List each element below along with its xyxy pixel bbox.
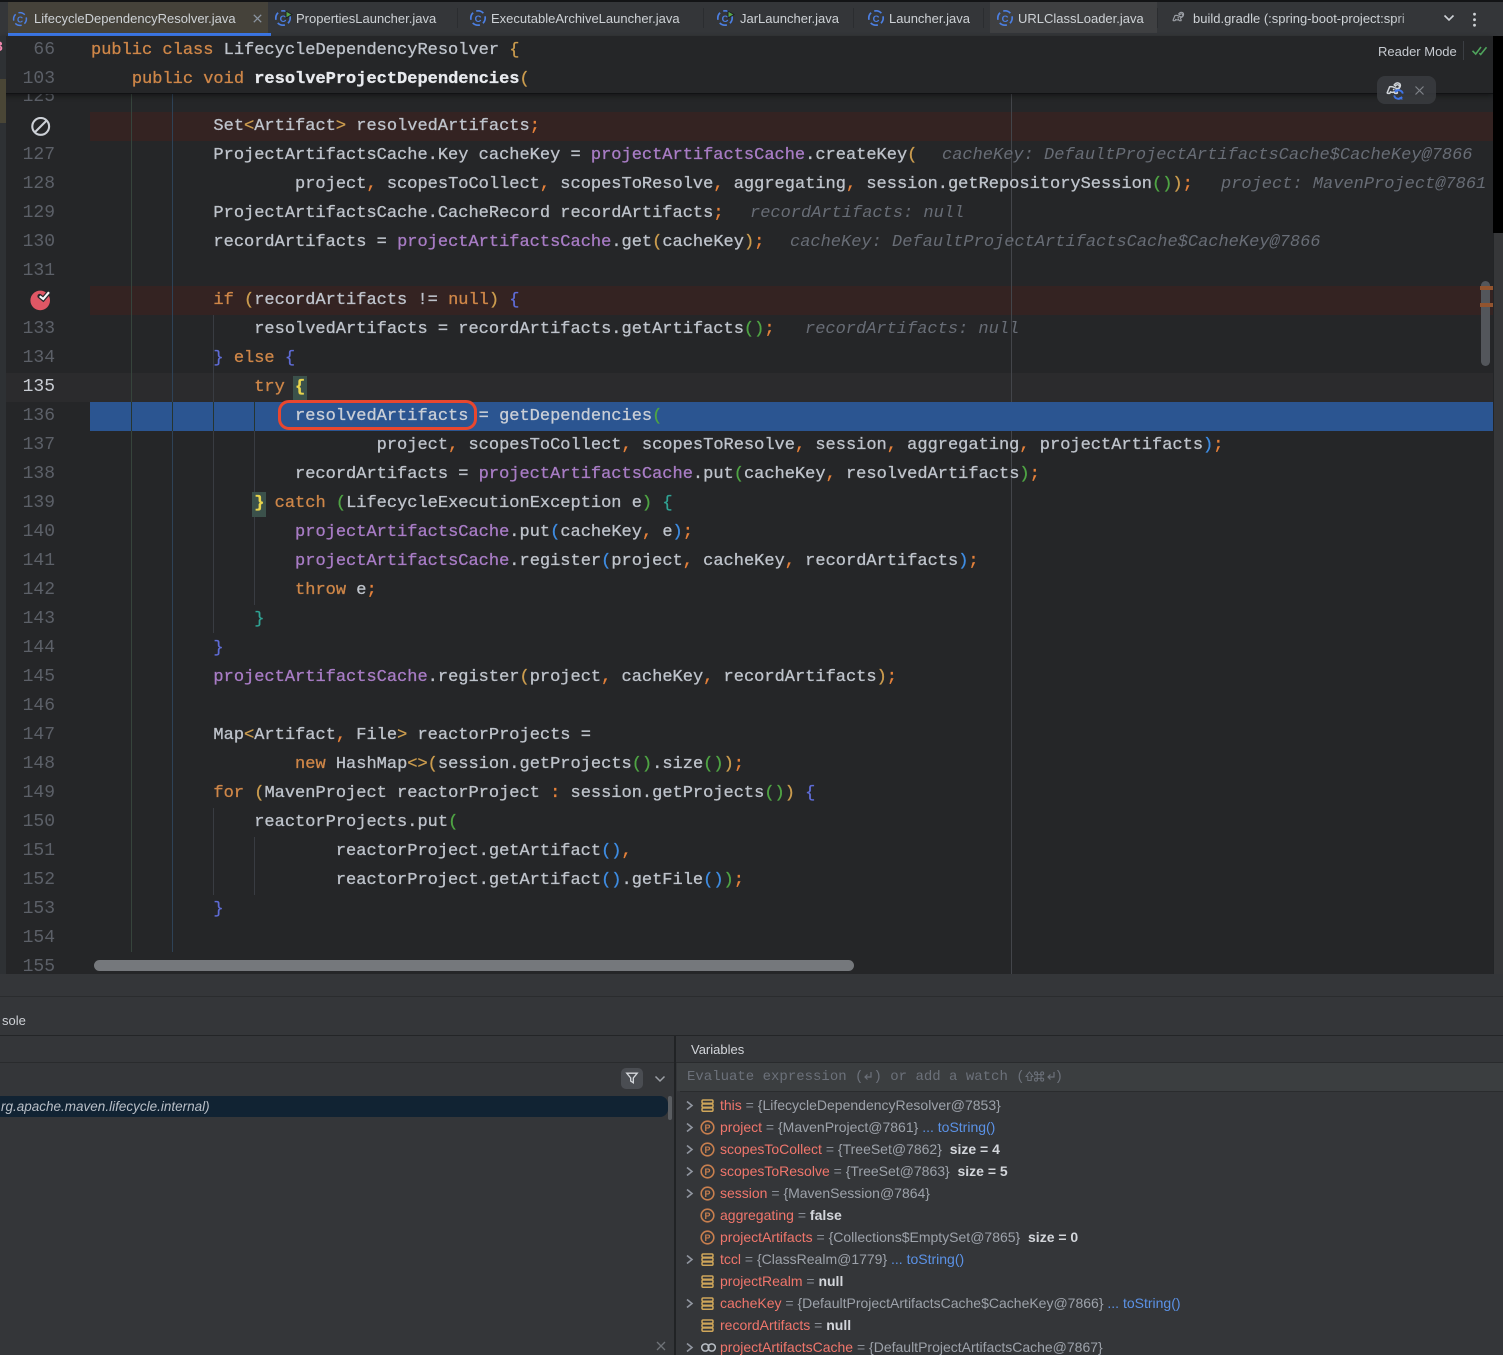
svg-text:C: C xyxy=(1002,14,1009,25)
svg-text:P: P xyxy=(704,1123,710,1133)
svg-text:P: P xyxy=(704,1189,710,1199)
svg-text:P: P xyxy=(704,1145,710,1155)
svg-text:C: C xyxy=(873,14,880,25)
svg-text:P: P xyxy=(704,1211,710,1221)
svg-text:C: C xyxy=(475,14,482,25)
svg-text:C: C xyxy=(17,15,23,25)
svg-text:P: P xyxy=(704,1233,710,1243)
svg-text:P: P xyxy=(704,1167,710,1177)
